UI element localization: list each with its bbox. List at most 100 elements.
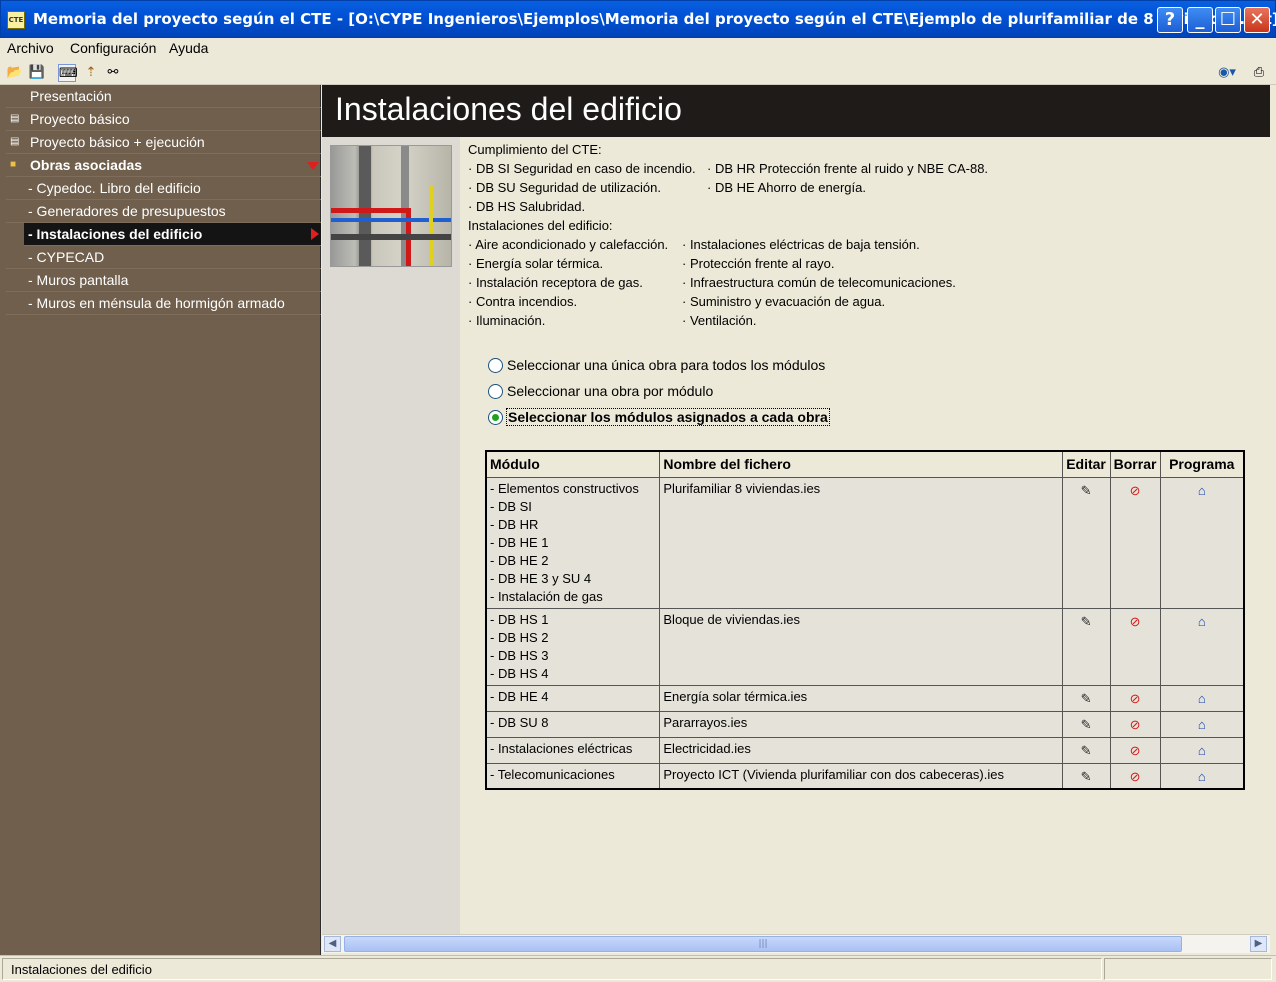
- edit-icon[interactable]: ✎: [1078, 614, 1094, 630]
- table-row: - DB HE 4 Energía solar térmica.ies ✎ ⊘ …: [485, 684, 1245, 712]
- delete-icon[interactable]: ⊘: [1127, 691, 1143, 707]
- cte-item: · DB HS Salubridad.: [468, 199, 586, 214]
- sidebar-item-label: Presentación: [30, 88, 112, 104]
- radio-modules-per-work-label[interactable]: Seleccionar los módulos asignados a cada…: [506, 408, 830, 426]
- column-header-programa: Programa: [1159, 450, 1245, 478]
- open-folder-icon[interactable]: 📂: [6, 64, 24, 82]
- printer-icon[interactable]: ⎙: [1250, 64, 1268, 82]
- close-button[interactable]: ✕: [1244, 7, 1270, 33]
- sidebar: Presentación ▤ Proyecto básico ▤ Proyect…: [0, 85, 321, 955]
- upload-icon[interactable]: ⇡: [82, 64, 100, 82]
- menu-configuracion[interactable]: Configuración: [70, 40, 156, 56]
- table-header-row: Módulo Nombre del fichero Editar Borrar …: [485, 450, 1245, 478]
- sidebar-item-muros-mensula[interactable]: - Muros en ménsula de hormigón armado: [6, 292, 321, 315]
- status-text: Instalaciones del edificio: [11, 962, 152, 977]
- sidebar-item-label: - Muros en ménsula de hormigón armado: [28, 295, 285, 311]
- installation-item: · Suministro y evacuación de agua.: [682, 294, 886, 309]
- column-header-fichero: Nombre del fichero: [659, 450, 1063, 478]
- program-house-icon[interactable]: ⌂: [1194, 743, 1210, 759]
- binoculars-icon[interactable]: ⚯: [104, 64, 122, 82]
- scroll-thumb[interactable]: |||: [344, 936, 1182, 952]
- module-name: - Elementos constructivos: [490, 480, 639, 496]
- delete-icon[interactable]: ⊘: [1127, 483, 1143, 499]
- selected-arrow-icon: [311, 228, 319, 240]
- program-house-icon[interactable]: ⌂: [1194, 691, 1210, 707]
- save-icon[interactable]: 💾: [28, 64, 46, 82]
- maximize-button[interactable]: ☐: [1215, 7, 1241, 33]
- program-house-icon[interactable]: ⌂: [1194, 717, 1210, 733]
- radio-work-per-module-label[interactable]: Seleccionar una obra por módulo: [507, 383, 713, 399]
- collapse-arrow-icon[interactable]: [307, 162, 319, 170]
- cte-heading: Cumplimiento del CTE:: [468, 142, 602, 157]
- program-house-icon[interactable]: ⌂: [1194, 483, 1210, 499]
- help-globe-icon[interactable]: ◉▾: [1218, 64, 1236, 82]
- content-header: Instalaciones del edificio: [322, 85, 1270, 137]
- program-house-icon[interactable]: ⌂: [1194, 614, 1210, 630]
- scroll-right-icon[interactable]: ▶: [1250, 936, 1267, 952]
- edit-icon[interactable]: ✎: [1078, 717, 1094, 733]
- image-pane: [322, 137, 460, 935]
- module-name: - DB HE 2: [490, 552, 549, 568]
- sidebar-item-proyecto-basico[interactable]: ▤ Proyecto básico: [6, 108, 321, 131]
- module-name: - Instalación de gas: [490, 588, 603, 604]
- cte-item: · DB HE Ahorro de energía.: [707, 180, 866, 195]
- documents-icon: ▤: [10, 136, 20, 147]
- radio-work-per-module[interactable]: [488, 384, 503, 399]
- module-cell: - DB SU 8: [485, 710, 661, 738]
- radio-modules-per-work[interactable]: [488, 410, 503, 425]
- page-title: Instalaciones del edificio: [335, 91, 682, 127]
- help-button[interactable]: ?: [1157, 7, 1183, 33]
- sidebar-item-generadores[interactable]: - Generadores de presupuestos: [6, 200, 321, 223]
- keyboard-icon[interactable]: ⌨: [58, 64, 78, 82]
- file-name-cell: Energía solar térmica.ies: [659, 684, 1063, 712]
- sidebar-item-muros-pantalla[interactable]: - Muros pantalla: [6, 269, 321, 292]
- app-icon: CTE: [7, 11, 25, 29]
- modules-table: Módulo Nombre del fichero Editar Borrar …: [485, 450, 1245, 790]
- main-content: Instalaciones del edificio Cumplimiento …: [322, 85, 1270, 935]
- sidebar-item-proyecto-basico-ejecucion[interactable]: ▤ Proyecto básico + ejecución: [6, 131, 321, 154]
- installations-photo: [330, 145, 452, 267]
- module-cell: - Telecomunicaciones: [485, 762, 661, 790]
- installation-item: · Energía solar térmica.: [468, 256, 604, 271]
- installation-item: · Iluminación.: [468, 313, 546, 328]
- sidebar-item-obras-asociadas[interactable]: ■ Obras asociadas: [6, 154, 321, 177]
- installations-heading: Instalaciones del edificio:: [468, 218, 613, 233]
- installation-item: · Infraestructura común de telecomunicac…: [682, 275, 956, 290]
- sidebar-item-label: - Muros pantalla: [28, 272, 129, 288]
- cte-item: · DB SI Seguridad en caso de incendio.: [468, 161, 696, 176]
- column-header-modulo: Módulo: [485, 450, 661, 478]
- delete-icon[interactable]: ⊘: [1127, 717, 1143, 733]
- delete-icon[interactable]: ⊘: [1127, 769, 1143, 785]
- table-row: - DB SU 8 Pararrayos.ies ✎ ⊘ ⌂: [485, 710, 1245, 738]
- module-cell: - DB HE 4: [485, 684, 661, 712]
- sidebar-item-cypecad[interactable]: - CYPECAD: [6, 246, 321, 269]
- menu-ayuda[interactable]: Ayuda: [169, 40, 208, 56]
- sidebar-item-label: Obras asociadas: [30, 157, 143, 173]
- horizontal-scrollbar[interactable]: ◀ ||| ▶: [322, 934, 1270, 953]
- edit-icon[interactable]: ✎: [1078, 769, 1094, 785]
- file-name-cell: Electricidad.ies: [659, 736, 1063, 764]
- radio-single-work-label[interactable]: Seleccionar una única obra para todos lo…: [507, 357, 825, 373]
- module-name: - DB HS 3: [490, 647, 549, 663]
- edit-icon[interactable]: ✎: [1078, 483, 1094, 499]
- edit-icon[interactable]: ✎: [1078, 743, 1094, 759]
- delete-icon[interactable]: ⊘: [1127, 743, 1143, 759]
- sidebar-item-presentacion[interactable]: Presentación: [6, 85, 321, 108]
- status-pane-main: Instalaciones del edificio: [2, 958, 1102, 980]
- program-house-icon[interactable]: ⌂: [1194, 769, 1210, 785]
- module-name: - DB HR: [490, 516, 539, 532]
- scroll-left-icon[interactable]: ◀: [324, 936, 341, 952]
- minimize-button[interactable]: _: [1187, 7, 1213, 33]
- toolbar: 📂 💾 ⌨ ⇡ ⚯ ◉▾ ⎙: [0, 61, 1276, 85]
- status-bar: Instalaciones del edificio: [0, 955, 1276, 982]
- sidebar-item-instalaciones[interactable]: - Instalaciones del edificio: [24, 223, 321, 246]
- radio-single-work[interactable]: [488, 358, 503, 373]
- cte-item: · DB HR Protección frente al ruido y NBE…: [707, 161, 989, 176]
- column-header-editar: Editar: [1061, 450, 1111, 478]
- edit-icon[interactable]: ✎: [1078, 691, 1094, 707]
- window-title: Memoria del proyecto según el CTE - [O:\…: [33, 10, 1276, 28]
- delete-icon[interactable]: ⊘: [1127, 614, 1143, 630]
- sidebar-item-cypedoc[interactable]: - Cypedoc. Libro del edificio: [6, 177, 321, 200]
- menu-archivo[interactable]: Archivo: [7, 40, 54, 56]
- installation-item: · Instalaciones eléctricas de baja tensi…: [682, 237, 920, 252]
